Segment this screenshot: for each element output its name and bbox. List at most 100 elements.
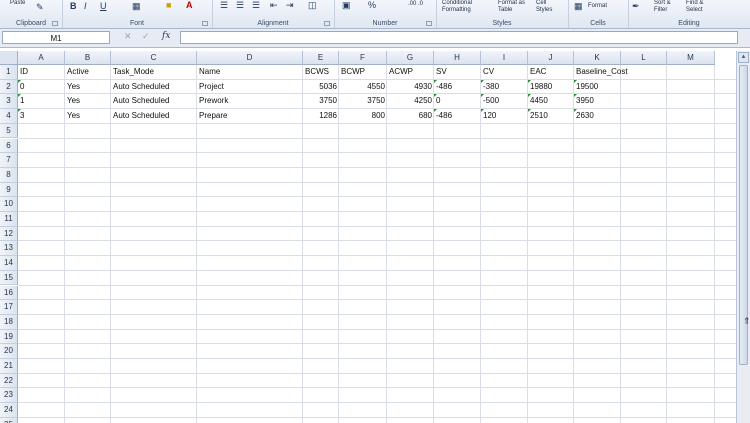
row-header[interactable]: 14 (0, 256, 18, 271)
table-cell[interactable]: Auto Scheduled (111, 80, 199, 94)
decimal-buttons[interactable]: .00 .0 (408, 1, 423, 8)
row-header[interactable]: 2 (0, 79, 18, 95)
row-header[interactable]: 11 (0, 212, 18, 227)
table-cell[interactable]: 19880 (528, 80, 576, 94)
row-header[interactable]: 19 (0, 329, 18, 345)
row-header[interactable]: 24 (0, 403, 18, 418)
align-center-icon[interactable]: ☰ (236, 0, 244, 10)
format-painter-icon[interactable]: ✎ (36, 2, 44, 12)
table-cell[interactable]: Auto Scheduled (111, 94, 199, 108)
table-cell[interactable]: 3 (18, 109, 67, 123)
header-cell[interactable]: Task_Mode (111, 65, 199, 79)
table-cell[interactable]: 3950 (574, 94, 623, 108)
table-cell[interactable]: Auto Scheduled (111, 109, 199, 123)
row-header[interactable]: 25 (0, 417, 18, 423)
row-header[interactable]: 17 (0, 300, 18, 315)
row-header[interactable]: 10 (0, 197, 18, 212)
align-right-icon[interactable]: ☰ (252, 0, 260, 10)
paste-button[interactable]: Paste (10, 0, 25, 7)
table-cell[interactable]: 680 (387, 109, 434, 123)
font-launcher-icon[interactable] (202, 21, 208, 26)
column-header[interactable]: I (481, 51, 528, 65)
percent-button[interactable]: % (368, 0, 376, 10)
sort-filter-button[interactable]: Sort & Filter (654, 0, 682, 14)
table-cell[interactable]: 0 (18, 80, 67, 94)
table-cell[interactable]: 5036 (303, 80, 339, 94)
cell-styles-button[interactable]: Cell Styles (536, 0, 564, 14)
format-button[interactable]: Format (588, 3, 607, 10)
fill-color-icon[interactable]: ■ (166, 0, 171, 10)
table-cell[interactable]: 4930 (387, 80, 434, 94)
header-cell[interactable]: Active (65, 65, 113, 79)
table-cell[interactable]: Prepare (197, 109, 305, 123)
table-cell[interactable]: -486 (434, 80, 483, 94)
decrease-indent-icon[interactable]: ⇤ (270, 0, 278, 10)
column-header[interactable]: H (434, 51, 481, 65)
table-cell[interactable]: 4550 (339, 80, 387, 94)
table-cell[interactable]: 1286 (303, 109, 339, 123)
row-header[interactable]: 18 (0, 314, 18, 330)
table-cell[interactable]: Yes (65, 94, 113, 108)
name-box[interactable]: M1 (2, 31, 110, 44)
alignment-launcher-icon[interactable] (324, 21, 330, 26)
align-left-icon[interactable]: ☰ (220, 0, 228, 10)
row-header[interactable]: 6 (0, 138, 18, 154)
column-header[interactable]: K (574, 51, 621, 65)
merge-center-icon[interactable]: ◫ (308, 0, 317, 10)
clear-icon[interactable]: ✒ (632, 1, 640, 11)
row-header[interactable]: 12 (0, 226, 18, 242)
column-header[interactable]: A (18, 51, 65, 65)
number-launcher-icon[interactable] (426, 21, 432, 26)
clipboard-launcher-icon[interactable] (52, 21, 58, 26)
column-header[interactable]: C (111, 51, 197, 65)
row-header[interactable]: 23 (0, 388, 18, 404)
table-cell[interactable]: 2510 (528, 109, 576, 123)
table-cell[interactable]: Yes (65, 80, 113, 94)
table-cell[interactable]: Prework (197, 94, 305, 108)
table-cell[interactable]: 120 (481, 109, 530, 123)
table-cell[interactable]: 4250 (387, 94, 434, 108)
table-cell[interactable]: 800 (339, 109, 387, 123)
column-header[interactable]: E (303, 51, 339, 65)
column-header[interactable]: M (667, 51, 715, 65)
increase-indent-icon[interactable]: ⇥ (286, 0, 294, 10)
column-header[interactable]: L (621, 51, 667, 65)
scroll-up-icon[interactable]: ▲ (738, 52, 749, 63)
table-cell[interactable]: 1 (18, 94, 67, 108)
table-cell[interactable]: 19500 (574, 80, 623, 94)
row-header[interactable]: 16 (0, 285, 18, 301)
table-cell[interactable]: 3750 (339, 94, 387, 108)
formula-input[interactable] (180, 31, 738, 44)
row-header[interactable]: 13 (0, 241, 18, 257)
font-color-icon[interactable]: A (186, 0, 193, 10)
spreadsheet-grid[interactable]: A B C D E F G H I J K L M 1 2 3 4 5 6 7 8 9 10 11 12 13 14 15 16 17 18… (0, 51, 736, 423)
table-cell[interactable]: 4450 (528, 94, 576, 108)
column-header[interactable]: G (387, 51, 434, 65)
conditional-formatting-button[interactable]: Conditional Formatting (442, 0, 486, 14)
row-header[interactable]: 4 (0, 109, 18, 124)
table-cell[interactable]: Yes (65, 109, 113, 123)
table-cell[interactable]: 2630 (574, 109, 623, 123)
row-header[interactable]: 22 (0, 373, 18, 389)
table-cell[interactable]: -500 (481, 94, 530, 108)
cancel-icon[interactable]: ✕ (124, 31, 132, 41)
header-cell[interactable]: ID (18, 65, 67, 79)
row-header[interactable]: 1 (0, 65, 18, 80)
row-header[interactable]: 21 (0, 359, 18, 374)
table-cell[interactable]: 3750 (303, 94, 339, 108)
bold-button[interactable]: B (70, 1, 77, 11)
header-cell[interactable]: ACWP (387, 65, 436, 79)
enter-icon[interactable]: ✓ (142, 31, 150, 41)
column-header[interactable]: F (339, 51, 387, 65)
row-header[interactable]: 8 (0, 167, 18, 183)
header-cell[interactable]: BCWP (339, 65, 389, 79)
currency-icon[interactable]: ▣ (342, 0, 351, 10)
table-cell[interactable]: -380 (481, 80, 530, 94)
column-header[interactable]: B (65, 51, 111, 65)
format-as-table-button[interactable]: Format as Table (498, 0, 532, 14)
vertical-scrollbar[interactable]: ▲ (736, 51, 750, 423)
row-header[interactable]: 15 (0, 270, 18, 286)
row-header[interactable]: 5 (0, 123, 18, 139)
column-header[interactable]: J (528, 51, 574, 65)
table-cell[interactable]: 0 (434, 94, 483, 108)
